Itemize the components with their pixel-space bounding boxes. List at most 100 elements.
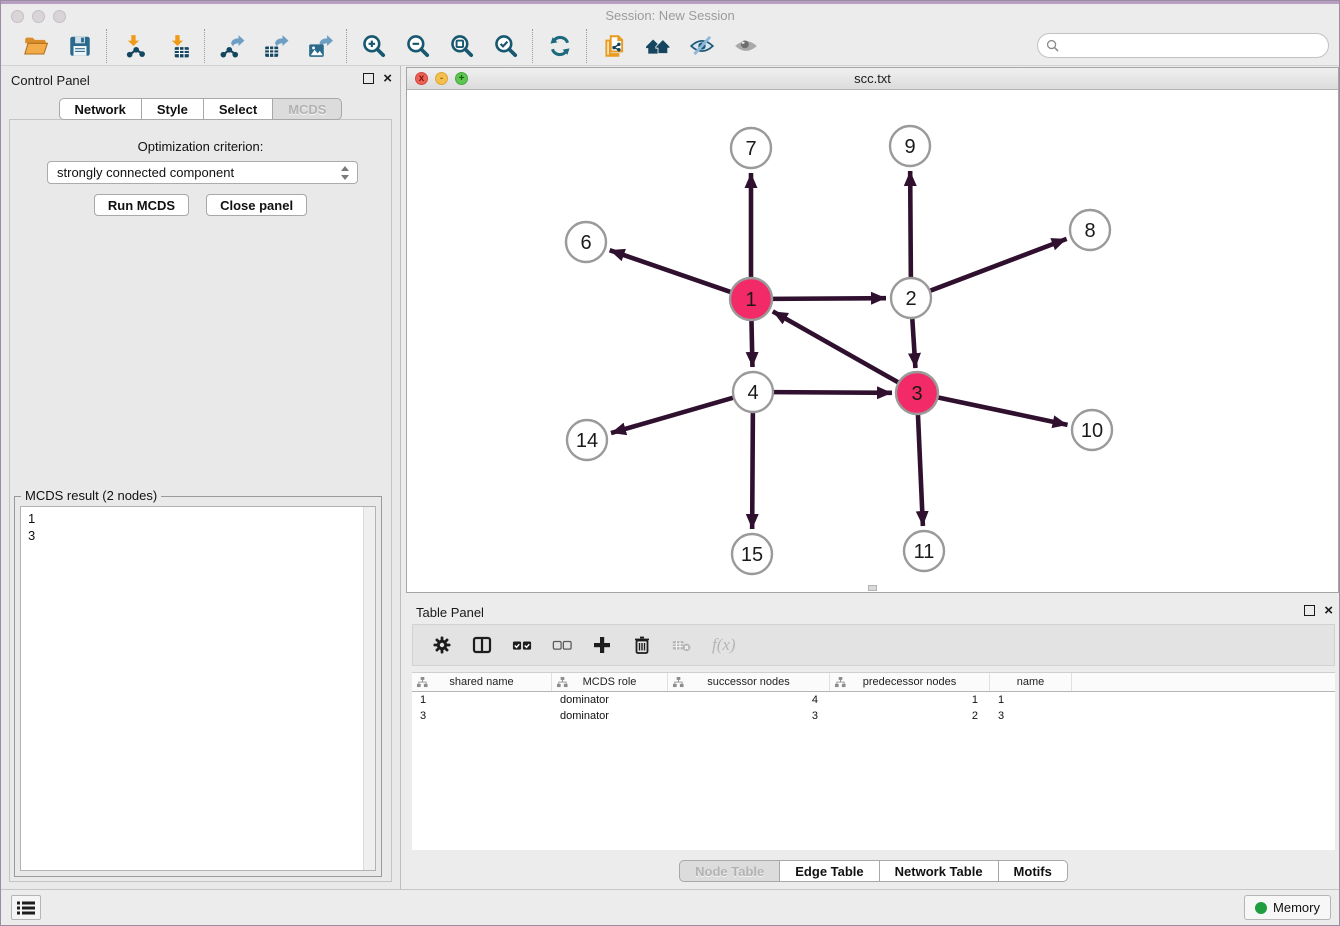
table-panel-title: Table Panel <box>416 605 484 620</box>
window-titlebar: Session: New Session <box>1 1 1339 25</box>
node-9[interactable]: 9 <box>890 126 930 166</box>
tab-mcds[interactable]: MCDS <box>273 98 342 120</box>
delete-column-icon[interactable] <box>632 635 652 655</box>
namespace-icon <box>835 677 846 691</box>
column-header-predecessor-nodes[interactable]: predecessor nodes <box>830 673 990 691</box>
tab-style[interactable]: Style <box>142 98 204 120</box>
edge-1-2[interactable] <box>772 298 886 299</box>
add-column-icon[interactable] <box>592 635 612 655</box>
tab-motifs[interactable]: Motifs <box>999 860 1068 882</box>
node-label: 14 <box>576 430 598 452</box>
zoom-in-icon[interactable] <box>360 32 387 59</box>
node-8[interactable]: 8 <box>1070 210 1110 250</box>
node-4[interactable]: 4 <box>733 372 773 412</box>
edge-2-8[interactable] <box>931 239 1067 291</box>
node-2[interactable]: 2 <box>891 278 931 318</box>
tab-network-table[interactable]: Network Table <box>880 860 999 882</box>
home-icon[interactable] <box>644 32 671 59</box>
float-panel-icon[interactable] <box>363 73 374 84</box>
network-canvas[interactable]: 7 9 6 8 1 2 4 3 14 10 15 11 <box>407 90 1338 592</box>
float-table-panel-icon[interactable] <box>1304 605 1315 616</box>
node-15[interactable]: 15 <box>732 534 772 574</box>
task-history-button[interactable] <box>11 895 41 920</box>
node-11[interactable]: 11 <box>904 531 944 571</box>
export-table-icon[interactable] <box>262 32 289 59</box>
mcds-panel: Optimization criterion: strongly connect… <box>9 119 392 882</box>
hide-panel-eye-icon[interactable] <box>688 32 715 59</box>
table-cell: 4 <box>668 692 830 708</box>
edge-3-11[interactable] <box>918 414 923 526</box>
import-network-icon[interactable] <box>120 32 147 59</box>
table-cell: 1 <box>990 692 1072 708</box>
control-panel-header: Control Panel × <box>1 66 400 93</box>
export-image-icon[interactable] <box>306 32 333 59</box>
application-window: Session: New Session <box>0 0 1340 926</box>
table-cell: 2 <box>830 708 990 724</box>
node-label: 4 <box>747 382 758 404</box>
node-10[interactable]: 10 <box>1072 410 1112 450</box>
optimization-dropdown[interactable]: strongly connected component <box>47 161 358 184</box>
result-line: 1 <box>28 510 368 527</box>
edge-4-14[interactable] <box>611 398 733 433</box>
node-7[interactable]: 7 <box>731 128 771 168</box>
edge-1-6[interactable] <box>610 250 732 292</box>
duplicate-network-icon[interactable] <box>600 32 627 59</box>
mcds-result-group: MCDS result (2 nodes) 13 <box>14 496 382 877</box>
column-header-mcds-role[interactable]: MCDS role <box>552 673 668 691</box>
tab-node-table[interactable]: Node Table <box>679 860 780 882</box>
split-columns-icon[interactable] <box>472 635 492 655</box>
export-network-icon[interactable] <box>218 32 245 59</box>
splitter-grip[interactable] <box>868 585 877 591</box>
node-3[interactable]: 3 <box>896 372 938 414</box>
memory-button[interactable]: Memory <box>1244 895 1331 920</box>
tab-select[interactable]: Select <box>204 98 273 120</box>
zoom-selected-icon[interactable] <box>492 32 519 59</box>
network-graph[interactable]: 7 9 6 8 1 2 4 3 14 10 15 11 <box>407 90 1338 592</box>
search-input[interactable] <box>1064 38 1320 53</box>
column-label: name <box>1017 676 1045 688</box>
deselect-all-columns-icon[interactable] <box>552 635 572 655</box>
column-label: successor nodes <box>707 676 790 688</box>
table-row[interactable]: 3dominator323 <box>412 708 1335 724</box>
node-label: 2 <box>905 288 916 310</box>
node-1[interactable]: 1 <box>730 278 772 320</box>
mcds-result-title: MCDS result (2 nodes) <box>21 488 161 503</box>
close-panel-icon[interactable]: × <box>383 73 392 84</box>
zoom-fit-icon[interactable] <box>448 32 475 59</box>
tab-edge-table[interactable]: Edge Table <box>780 860 879 882</box>
edge-3-1[interactable] <box>773 311 899 382</box>
show-eye-icon[interactable] <box>732 32 759 59</box>
column-header-successor-nodes[interactable]: successor nodes <box>668 673 830 691</box>
column-header-shared-name[interactable]: shared name <box>412 673 552 691</box>
import-table-icon[interactable] <box>164 32 191 59</box>
run-mcds-button[interactable]: Run MCDS <box>94 194 189 216</box>
edge-3-10[interactable] <box>938 397 1068 424</box>
edge-2-9[interactable] <box>910 171 911 277</box>
node-6[interactable]: 6 <box>566 222 606 262</box>
open-file-icon[interactable] <box>22 32 49 59</box>
edge-2-3[interactable] <box>912 319 915 368</box>
network-window-titlebar[interactable]: x - + scc.txt <box>407 68 1338 90</box>
node-14[interactable]: 14 <box>567 420 607 460</box>
refresh-icon[interactable] <box>546 32 573 59</box>
close-panel-button[interactable]: Close panel <box>206 194 307 216</box>
gear-icon[interactable] <box>432 635 452 655</box>
table-cell: 3 <box>668 708 830 724</box>
tab-network[interactable]: Network <box>59 98 142 120</box>
edge-4-15[interactable] <box>752 413 753 529</box>
zoom-out-icon[interactable] <box>404 32 431 59</box>
close-table-panel-icon[interactable]: × <box>1324 605 1333 616</box>
search-field[interactable] <box>1037 33 1329 58</box>
table-panel: Table Panel × <box>406 598 1340 891</box>
node-table[interactable]: shared nameMCDS role successor nodes prede… <box>412 672 1335 850</box>
mcds-result-box[interactable]: 13 <box>20 506 376 871</box>
edge-4-3[interactable] <box>774 392 892 393</box>
memory-status-icon <box>1255 902 1267 914</box>
list-icon <box>17 901 35 915</box>
save-session-icon[interactable] <box>66 32 93 59</box>
table-row[interactable]: 1dominator411 <box>412 692 1335 708</box>
edge-1-4[interactable] <box>751 320 752 367</box>
select-all-columns-icon[interactable] <box>512 635 532 655</box>
result-scrollbar[interactable] <box>363 507 375 870</box>
column-header-name[interactable]: name <box>990 673 1072 691</box>
